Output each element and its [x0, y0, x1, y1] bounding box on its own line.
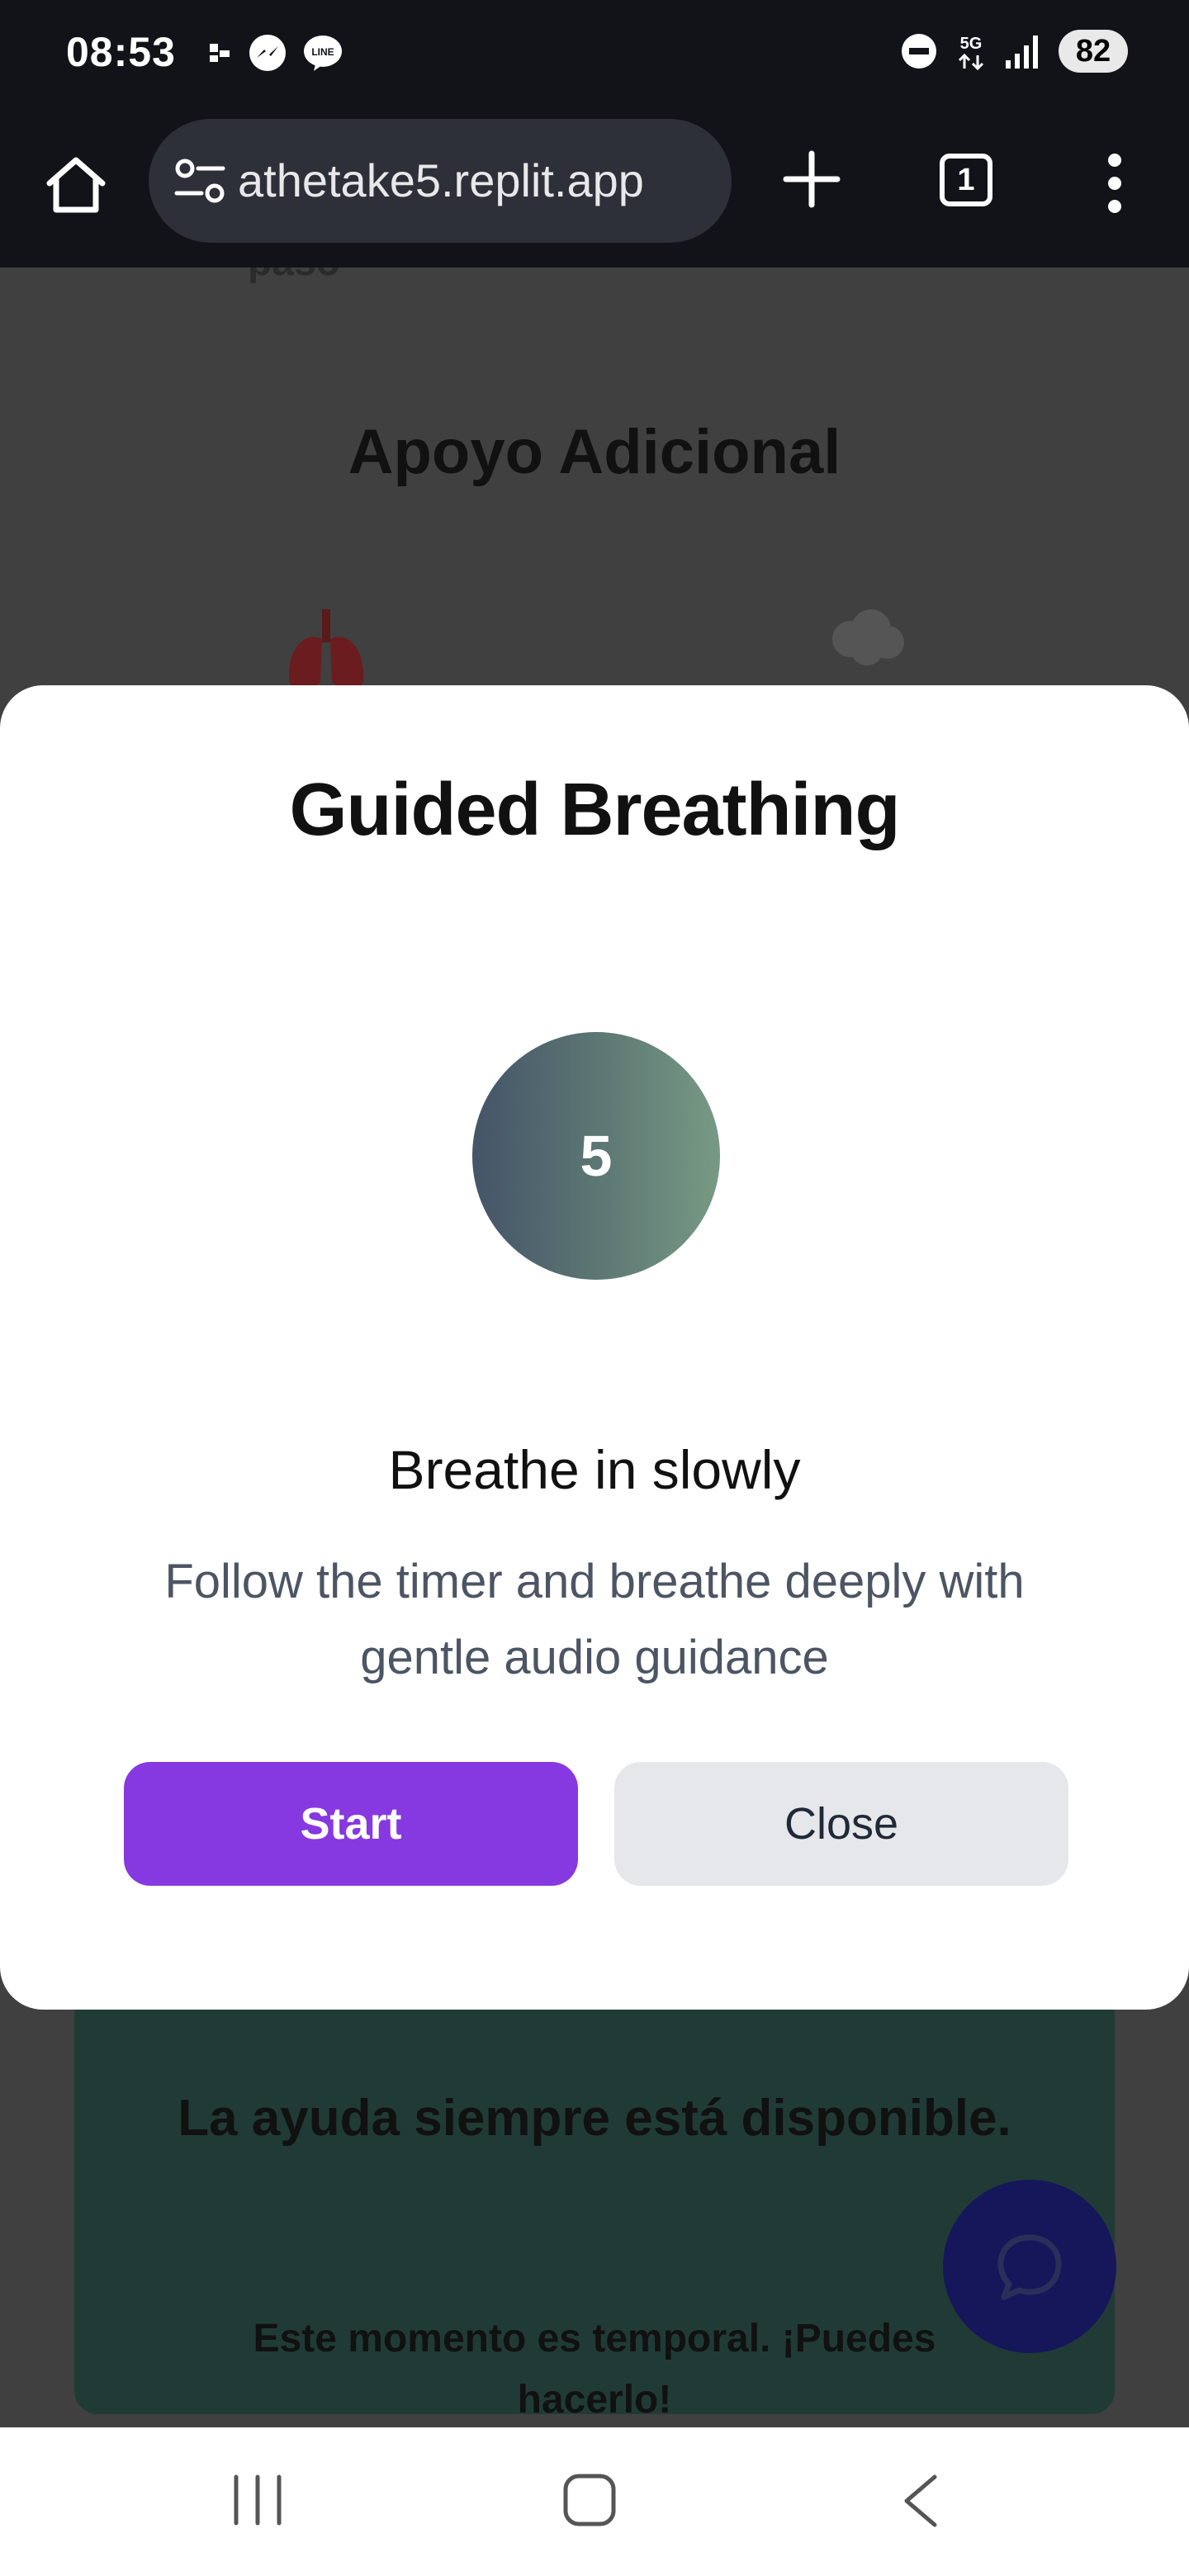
notification-icons: LINE	[208, 33, 343, 73]
timer-count: 5	[580, 1124, 613, 1188]
recent-apps-icon[interactable]	[230, 2474, 286, 2526]
breathing-description: Follow the timer and breathe deeply with…	[164, 1555, 1025, 1684]
url-text[interactable]: athetake5.replit.app	[238, 154, 644, 207]
back-icon[interactable]	[900, 2472, 941, 2530]
close-button[interactable]: Close	[614, 1762, 1068, 1886]
section-heading: Apoyo Adicional	[348, 417, 841, 487]
svg-text:LINE: LINE	[311, 46, 334, 58]
network-5g-icon: 5G	[958, 35, 984, 71]
chat-button[interactable]	[943, 2180, 1116, 2353]
messenger-icon	[249, 35, 286, 71]
system-navigation-bar	[0, 2427, 1189, 2576]
browser-toolbar: athetake5.replit.app 1	[0, 111, 1189, 268]
svg-text:5G: 5G	[960, 35, 983, 53]
home-nav-icon[interactable]	[561, 2472, 618, 2528]
signal-icon	[1006, 36, 1038, 69]
modal-title: Guided Breathing	[289, 769, 900, 851]
home-icon[interactable]	[43, 152, 109, 218]
breathing-timer-circle: 5	[472, 1032, 720, 1280]
system-icons: 5G 82	[900, 30, 1128, 73]
guided-breathing-modal: Guided Breathing 5 Breathe in slowly Fol…	[0, 685, 1189, 2010]
status-time: 08:53	[66, 29, 176, 75]
clipped-text: paso	[248, 268, 340, 285]
support-card-title: La ayuda siempre está disponible.	[178, 2090, 1011, 2147]
start-button[interactable]: Start	[124, 1762, 578, 1886]
status-bar: 08:53 LINE 5G 82	[0, 0, 1189, 111]
address-bar[interactable]: athetake5.replit.app	[149, 119, 732, 243]
do-not-disturb-icon	[902, 34, 936, 69]
support-card-text: Este momento es temporal. ¡Puedes hacerl…	[253, 2317, 936, 2422]
new-tab-icon[interactable]	[781, 149, 842, 210]
chat-bubble-icon	[997, 2234, 1062, 2300]
lungs-icon	[288, 609, 364, 689]
tab-switcher-button[interactable]: 1	[940, 154, 992, 206]
thought-cloud-icon	[832, 609, 904, 665]
support-card: La ayuda siempre está disponible. Este m…	[74, 1985, 1115, 2422]
app-notification-icon	[210, 44, 230, 62]
breathing-instruction: Breathe in slowly	[388, 1439, 801, 1500]
more-options-icon[interactable]	[1098, 150, 1131, 216]
line-icon: LINE	[304, 36, 342, 71]
site-settings-icon[interactable]	[173, 157, 226, 205]
battery-indicator: 82	[1059, 30, 1128, 73]
